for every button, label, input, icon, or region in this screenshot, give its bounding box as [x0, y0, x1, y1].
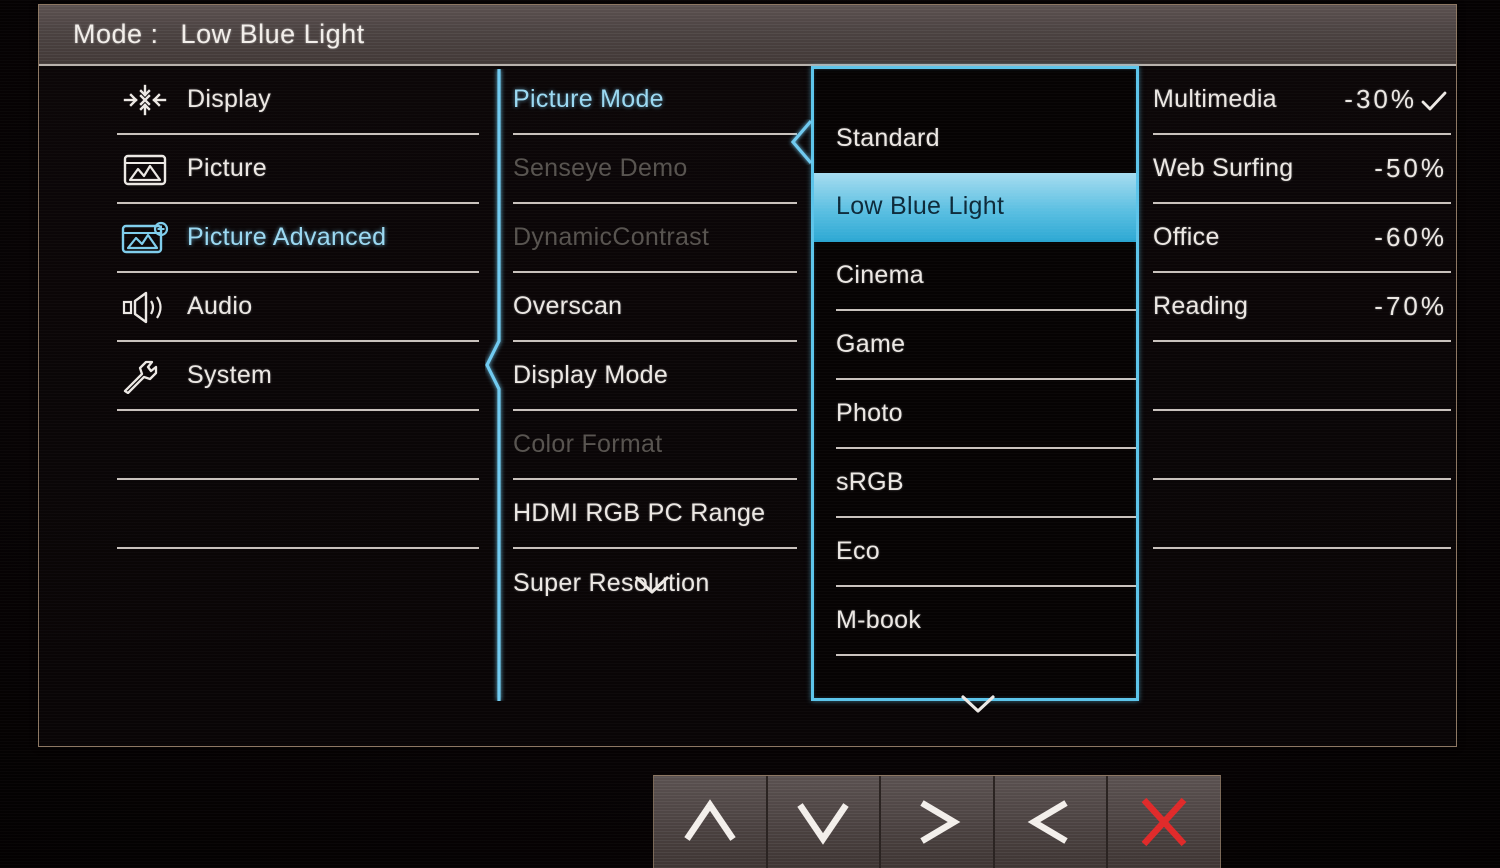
value-item-label: sRGB: [836, 468, 904, 496]
value-item-label: Cinema: [836, 261, 924, 289]
preset-item-value: -50%: [1374, 153, 1447, 183]
settings-scroll-down-icon[interactable]: [633, 574, 671, 596]
preset-item-label: Web Surfing: [1153, 154, 1294, 182]
sidebar-empty-row: [117, 411, 479, 480]
sidebar-item-system[interactable]: System: [117, 342, 479, 411]
preset-item-value: -60%: [1374, 222, 1447, 252]
preset-column: Multimedia -30% Web Surfing -50% Office …: [1153, 66, 1451, 618]
category-selection-divider: [485, 69, 509, 701]
osd-panel: Mode : Low Blue Light Display Picture Pi…: [38, 4, 1457, 747]
value-item-eco[interactable]: Eco: [836, 518, 1136, 587]
picture-icon: [119, 151, 171, 187]
sidebar-empty-row: [117, 549, 479, 618]
picture-advanced-icon: [119, 220, 171, 256]
sidebar-item-picture-advanced[interactable]: Picture Advanced: [117, 204, 479, 273]
chevron-right-icon: [906, 795, 968, 849]
speaker-icon: [119, 289, 171, 325]
osd-body: Display Picture Picture Advanced Audio S…: [39, 66, 1456, 747]
setting-item-label: Display Mode: [513, 361, 669, 389]
preset-item-label: Office: [1153, 223, 1220, 251]
chevron-up-icon: [679, 795, 741, 849]
sidebar-item-audio[interactable]: Audio: [117, 273, 479, 342]
value-item-label: Standard: [836, 124, 940, 152]
preset-item-office[interactable]: Office -60%: [1153, 204, 1451, 273]
value-item-cinema[interactable]: Cinema: [836, 242, 1136, 311]
value-item-low-blue-light[interactable]: Low Blue Light: [814, 173, 1136, 242]
setting-item-picture-mode[interactable]: Picture Mode: [513, 66, 797, 135]
up-key[interactable]: [654, 776, 768, 868]
down-key[interactable]: [768, 776, 882, 868]
value-column: Standard Low Blue Light Cinema Game Phot…: [790, 66, 1139, 713]
setting-item-dynamic-contrast[interactable]: DynamicContrast: [513, 204, 797, 273]
chevron-left-icon: [1020, 795, 1082, 849]
value-item-label: M-book: [836, 606, 922, 634]
setting-item-display-mode[interactable]: Display Mode: [513, 342, 797, 411]
sidebar-item-label: Picture: [187, 154, 267, 182]
mode-value: Low Blue Light: [180, 19, 365, 49]
exit-key[interactable]: [1108, 776, 1220, 868]
left-key[interactable]: [995, 776, 1109, 868]
setting-item-label: Overscan: [513, 292, 623, 320]
sidebar-item-label: System: [187, 361, 273, 389]
category-column: Display Picture Picture Advanced Audio S…: [117, 66, 479, 618]
value-item-m-book[interactable]: M-book: [836, 587, 1136, 656]
sidebar-item-label: Audio: [187, 292, 253, 320]
preset-item-label: Reading: [1153, 292, 1249, 320]
preset-empty-row: [1153, 480, 1451, 549]
arrows-in-icon: [119, 82, 171, 118]
value-item-game[interactable]: Game: [836, 311, 1136, 380]
check-icon: [1421, 89, 1447, 111]
preset-item-reading[interactable]: Reading -70%: [1153, 273, 1451, 342]
preset-item-label: Multimedia: [1153, 85, 1277, 113]
value-item-label: Low Blue Light: [836, 192, 1005, 220]
right-key[interactable]: [881, 776, 995, 868]
setting-item-label: Senseye Demo: [513, 154, 688, 182]
setting-item-hdmi-rgb-pc-range[interactable]: HDMI RGB PC Range: [513, 480, 797, 549]
setting-item-label: HDMI RGB PC Range: [513, 499, 766, 527]
value-item-label: Game: [836, 330, 906, 358]
setting-item-overscan[interactable]: Overscan: [513, 273, 797, 342]
sidebar-item-label: Display: [187, 85, 272, 113]
close-x-icon: [1133, 794, 1195, 850]
setting-item-color-format[interactable]: Color Format: [513, 411, 797, 480]
osd-key-bar: [653, 775, 1221, 868]
preset-item-web-surfing[interactable]: Web Surfing -50%: [1153, 135, 1451, 204]
setting-item-label: Super Resolution: [513, 569, 710, 597]
sidebar-item-display[interactable]: Display: [117, 66, 479, 135]
sidebar-item-label: Picture Advanced: [187, 223, 387, 251]
setting-item-label: DynamicContrast: [513, 223, 710, 251]
mode-label: Mode :: [73, 19, 159, 49]
value-scroll-down-icon[interactable]: [959, 693, 997, 715]
chevron-down-icon: [792, 795, 854, 849]
preset-item-value-wrap: -30%: [1344, 84, 1447, 115]
osd-header: Mode : Low Blue Light: [39, 4, 1456, 66]
value-item-standard[interactable]: Standard: [836, 104, 1136, 173]
preset-empty-row: [1153, 342, 1451, 411]
wrench-icon: [119, 358, 171, 394]
setting-item-label: Picture Mode: [513, 85, 664, 113]
preset-empty-row: [1153, 411, 1451, 480]
value-item-label: Eco: [836, 537, 880, 565]
setting-item-label: Color Format: [513, 430, 663, 458]
preset-empty-row: [1153, 549, 1451, 618]
value-item-photo[interactable]: Photo: [836, 380, 1136, 449]
monitor-screen: Mode : Low Blue Light Display Picture Pi…: [0, 0, 1500, 868]
value-item-srgb[interactable]: sRGB: [836, 449, 1136, 518]
sidebar-item-picture[interactable]: Picture: [117, 135, 479, 204]
preset-item-value: -30%: [1344, 84, 1417, 114]
preset-item-multimedia[interactable]: Multimedia -30%: [1153, 66, 1451, 135]
preset-item-value: -70%: [1374, 291, 1447, 321]
sidebar-empty-row: [117, 480, 479, 549]
value-item-label: Photo: [836, 399, 903, 427]
settings-column: Picture Mode Senseye Demo DynamicContras…: [513, 66, 797, 618]
setting-item-senseye-demo[interactable]: Senseye Demo: [513, 135, 797, 204]
